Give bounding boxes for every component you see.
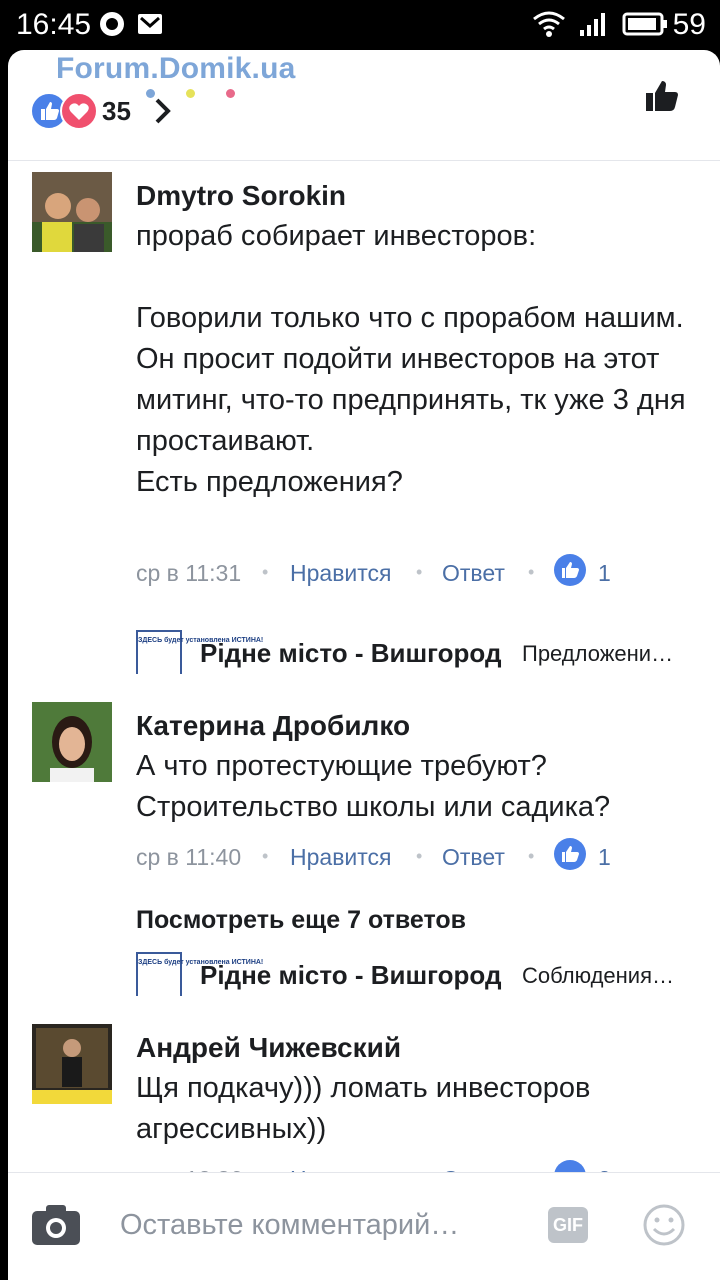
separator: • <box>416 846 423 866</box>
avatar[interactable] <box>32 1024 112 1104</box>
battery-percent: 59 <box>672 8 706 41</box>
watermark: Forum.Domik.ua <box>56 52 296 85</box>
signal-icon <box>580 13 605 36</box>
comment-text: Щя подкачу))) ломать инвесторов агрессив… <box>136 1072 591 1145</box>
like-count: 1 <box>598 844 611 870</box>
chevron-right-icon[interactable] <box>152 94 174 128</box>
reply-author: Рідне місто - Вишгород <box>200 960 502 990</box>
reaction-count: 35 <box>102 96 131 126</box>
sticker-smile-icon[interactable] <box>642 1203 686 1247</box>
comment-author[interactable]: Dmytro Sorokin <box>136 180 346 212</box>
comment-composer: Оставьте комментарий… GIF <box>8 1172 720 1280</box>
viber-icon <box>100 12 124 36</box>
wifi-icon <box>533 11 565 37</box>
avatar[interactable] <box>32 702 112 782</box>
reply-preview-text: Соблюдения… <box>522 963 675 988</box>
separator: • <box>416 562 423 582</box>
camera-icon[interactable] <box>30 1203 82 1247</box>
divider <box>8 160 720 161</box>
reply-avatar: ЗДЕСЬ будет установлена ИСТИНА! <box>136 952 263 996</box>
like-link[interactable]: Нравится <box>290 844 392 871</box>
like-bubble-icon[interactable] <box>554 554 586 586</box>
like-post-icon[interactable] <box>644 78 680 114</box>
separator: • <box>262 562 269 582</box>
comment-text: прораб собирает инвесторов: Говорили тол… <box>136 220 686 498</box>
separator: • <box>528 562 535 582</box>
gif-button[interactable]: GIF <box>548 1207 588 1243</box>
like-count: 1 <box>598 560 611 586</box>
reply-preview-text: Предложени… <box>522 641 674 666</box>
comment-time[interactable]: ср в 11:31 <box>136 560 241 587</box>
status-bar: 16:45 59 <box>0 0 720 50</box>
reply-preview[interactable]: ЗДЕСЬ будет установлена ИСТИНА! Рідне мі… <box>136 630 696 674</box>
view-more-replies-link[interactable]: Посмотреть еще 7 ответов <box>136 906 466 935</box>
separator: • <box>262 846 269 866</box>
like-link[interactable]: Нравится <box>290 560 392 587</box>
reply-link[interactable]: Ответ <box>442 844 505 871</box>
comment-input[interactable]: Оставьте комментарий… <box>120 1209 459 1242</box>
status-time: 16:45 <box>16 8 92 41</box>
reply-avatar: ЗДЕСЬ будет установлена ИСТИНА! <box>136 630 263 674</box>
battery-icon <box>622 12 667 36</box>
comment-time[interactable]: ср в 11:40 <box>136 844 241 871</box>
separator: • <box>528 846 535 866</box>
reply-author: Рідне місто - Вишгород <box>200 638 502 668</box>
comment-author[interactable]: Андрей Чижевский <box>136 1032 401 1064</box>
gmail-icon <box>138 14 162 34</box>
avatar[interactable] <box>32 172 112 252</box>
reply-preview[interactable]: ЗДЕСЬ будет установлена ИСТИНА! Рідне мі… <box>136 952 696 996</box>
like-bubble-icon[interactable] <box>554 838 586 870</box>
love-reaction-icon <box>60 92 98 130</box>
comment-author[interactable]: Катерина Дробилко <box>136 710 410 742</box>
reply-link[interactable]: Ответ <box>442 560 505 587</box>
comment-text: А что протестующие требуют? Строительств… <box>136 750 611 823</box>
comments-sheet: Forum.Domik.ua 35 Dmytro Sorokin прораб … <box>8 50 720 1280</box>
